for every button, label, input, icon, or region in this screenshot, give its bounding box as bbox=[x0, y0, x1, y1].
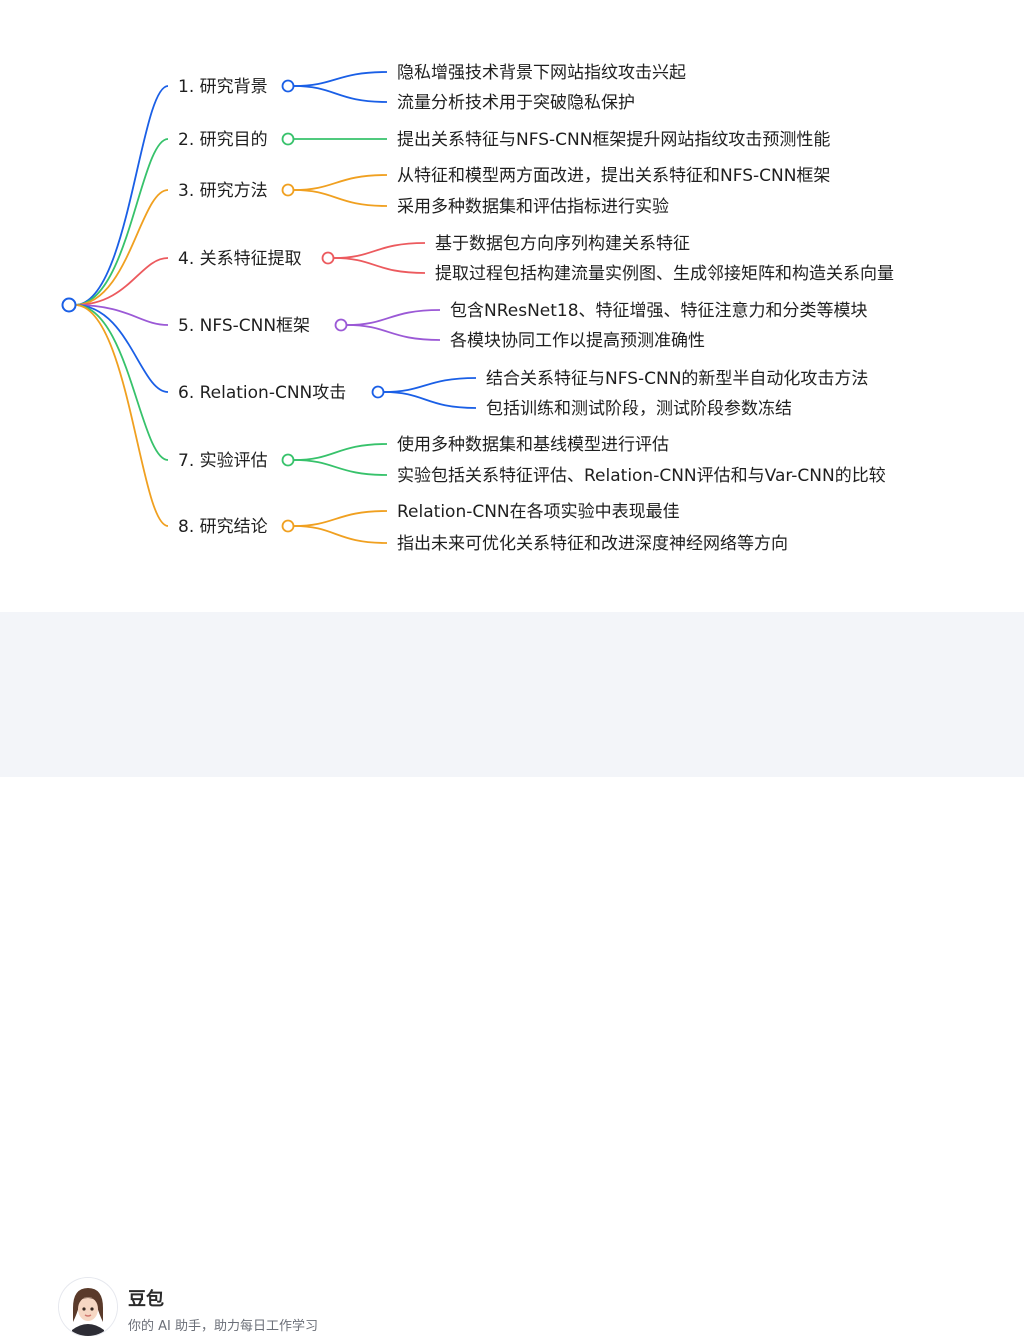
branch-label: 5. NFS-CNN框架 bbox=[178, 316, 310, 336]
branch-node-circle[interactable] bbox=[281, 132, 295, 146]
branch-node-circle[interactable] bbox=[321, 251, 335, 265]
branch-connector bbox=[74, 304, 169, 461]
tagline: 你的 AI 助手，助力每日工作学习 bbox=[128, 1319, 318, 1334]
branch-node-circle[interactable] bbox=[281, 453, 295, 467]
leaf-label: 从特征和模型两方面改进，提出关系特征和NFS-CNN框架 bbox=[397, 166, 830, 186]
leaf-label: 流量分析技术用于突破隐私保护 bbox=[397, 93, 635, 113]
branch-connector bbox=[74, 85, 169, 306]
branch-label: 1. 研究背景 bbox=[178, 77, 268, 97]
footer: 豆包 你的 AI 助手，助力每日工作学习 bbox=[0, 612, 1024, 1336]
leaf-label: 结合关系特征与NFS-CNN的新型半自动化攻击方法 bbox=[486, 369, 868, 389]
branch-label: 8. 研究结论 bbox=[178, 517, 268, 537]
leaf-connector bbox=[293, 71, 388, 87]
leaf-label: 指出未来可优化关系特征和改进深度神经网络等方向 bbox=[397, 534, 788, 554]
leaf-connector bbox=[293, 174, 388, 191]
leaf-connector bbox=[293, 189, 388, 207]
leaf-label: 提出关系特征与NFS-CNN框架提升网站指纹攻击预测性能 bbox=[397, 130, 830, 150]
leaf-connector bbox=[333, 242, 426, 259]
leaf-label: 包含NResNet18、特征增强、特征注意力和分类等模块 bbox=[450, 301, 868, 321]
branch-node-circle[interactable] bbox=[281, 183, 295, 197]
branch-node-circle[interactable] bbox=[281, 79, 295, 93]
branch-node-circle[interactable] bbox=[371, 385, 385, 399]
branch-label: 7. 实验评估 bbox=[178, 451, 268, 471]
leaf-connector bbox=[333, 257, 426, 274]
branch-node-circle[interactable] bbox=[334, 318, 348, 332]
branch-label: 6. Relation-CNN攻击 bbox=[178, 383, 346, 403]
branch-connector bbox=[74, 189, 169, 306]
leaf-label: 隐私增强技术背景下网站指纹攻击兴起 bbox=[397, 63, 686, 83]
leaf-connector bbox=[383, 391, 477, 409]
branch-connector bbox=[74, 257, 169, 306]
leaf-label: 各模块协同工作以提高预测准确性 bbox=[450, 331, 705, 351]
leaf-connector bbox=[346, 309, 441, 326]
branch-label: 4. 关系特征提取 bbox=[178, 249, 302, 269]
branch-connector bbox=[74, 138, 169, 306]
leaf-connector bbox=[293, 510, 388, 527]
leaf-connector bbox=[293, 443, 388, 461]
leaf-connector bbox=[346, 324, 441, 341]
branch-label: 2. 研究目的 bbox=[178, 130, 268, 150]
avatar bbox=[59, 1278, 117, 1336]
leaf-label: 提取过程包括构建流量实例图、生成邻接矩阵和构造关系向量 bbox=[435, 264, 894, 284]
leaf-connector bbox=[293, 85, 388, 103]
branch-label: 3. 研究方法 bbox=[178, 181, 268, 201]
leaf-label: 使用多种数据集和基线模型进行评估 bbox=[397, 434, 669, 455]
brand-name: 豆包 bbox=[128, 1289, 164, 1310]
leaf-label: 基于数据包方向序列构建关系特征 bbox=[435, 234, 690, 254]
branch-node-circle[interactable] bbox=[281, 519, 295, 533]
root-node-circle[interactable] bbox=[61, 297, 77, 313]
leaf-label: 采用多种数据集和评估指标进行实验 bbox=[397, 197, 669, 217]
leaf-label: 包括训练和测试阶段，测试阶段参数冻结 bbox=[486, 399, 792, 419]
leaf-label: Relation-CNN在各项实验中表现最佳 bbox=[397, 502, 680, 522]
leaf-label: 实验包括关系特征评估、Relation-CNN评估和与Var-CNN的比较 bbox=[397, 466, 886, 486]
leaf-connector bbox=[383, 377, 477, 393]
leaf-connector bbox=[293, 525, 388, 544]
branch-connector bbox=[74, 304, 169, 527]
mind-map: 1. 研究背景 隐私增强技术背景下网站指纹攻击兴起流量分析技术用于突破隐私保护 2.… bbox=[61, 63, 894, 554]
leaf-connector bbox=[293, 459, 388, 476]
